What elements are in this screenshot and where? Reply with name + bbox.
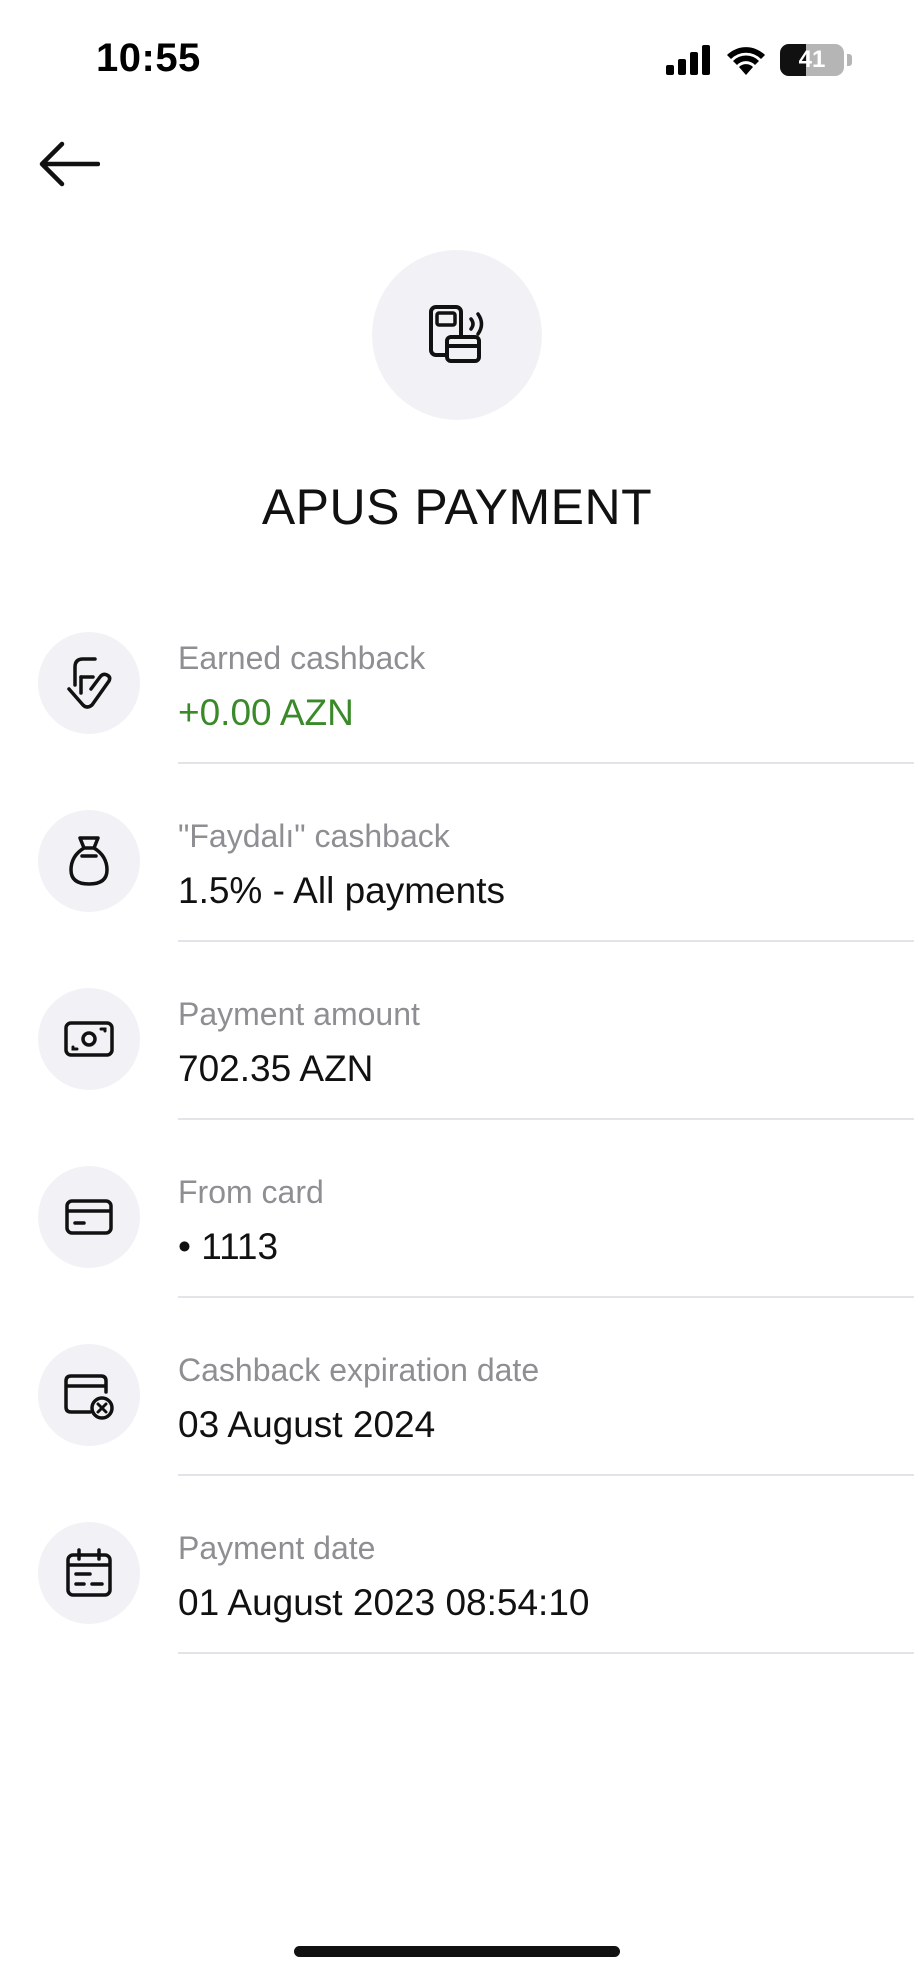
from-card-label: From card	[178, 1174, 324, 1210]
from-card-value: • 1113	[178, 1226, 279, 1267]
merchant-title: APUS PAYMENT	[261, 479, 653, 535]
pos-terminal-icon	[429, 305, 484, 363]
detail-row-from-card: From card • 1113	[0, 1154, 914, 1332]
row-icon-container	[38, 1344, 140, 1446]
row-icon-container	[38, 632, 140, 734]
divider	[178, 940, 914, 942]
status-icons: 41	[666, 44, 852, 76]
payment-date-label: Payment date	[178, 1530, 376, 1566]
divider	[178, 1296, 914, 1298]
battery-indicator: 41	[780, 44, 844, 76]
arrow-left-icon	[39, 141, 100, 187]
faydali-cashback-label: "Faydalı" cashback	[178, 818, 450, 854]
row-icon-container	[38, 810, 140, 912]
divider	[178, 762, 914, 764]
divider	[178, 1118, 914, 1120]
battery-nub	[847, 54, 852, 66]
payment-amount-value: 702.35 AZN	[178, 1048, 374, 1089]
detail-row-payment-amount: Payment amount 702.35 AZN	[0, 976, 914, 1154]
detail-row-faydali-cashback: "Faydalı" cashback 1.5% - All payments	[0, 798, 914, 976]
detail-row-cashback-expiration: Cashback expiration date 03 August 2024	[0, 1332, 914, 1510]
earned-cashback-label: Earned cashback	[178, 640, 426, 676]
calendar-x-icon	[64, 1374, 114, 1420]
battery-level: 41	[798, 46, 826, 73]
calendar-icon	[66, 1548, 112, 1597]
cashback-expiration-label: Cashback expiration date	[178, 1352, 540, 1388]
detail-list: Earned cashback +0.00 AZN "Faydalı" cash…	[0, 620, 914, 1688]
cashback-expiration-value: 03 August 2024	[178, 1404, 436, 1445]
signal-icon	[666, 45, 710, 75]
transaction-details-screen: 10:55 41 APUS PAYMENT Earned cashback +0…	[0, 0, 914, 1980]
earned-cashback-value: +0.00 AZN	[178, 692, 354, 733]
back-button[interactable]	[38, 136, 108, 192]
row-icon-container	[38, 988, 140, 1090]
payment-date-value: 01 August 2023 08:54:10	[178, 1582, 590, 1623]
cashback-icon	[67, 657, 112, 709]
banknote-icon	[64, 1021, 114, 1057]
status-bar: 10:55 41	[0, 0, 914, 120]
card-icon	[65, 1199, 113, 1235]
payment-amount-label: Payment amount	[178, 996, 420, 1032]
row-icon-container	[38, 1166, 140, 1268]
detail-row-payment-date: Payment date 01 August 2023 08:54:10	[0, 1510, 914, 1688]
wifi-icon	[727, 47, 765, 75]
home-indicator	[294, 1946, 620, 1957]
money-bag-icon	[69, 836, 109, 886]
status-time: 10:55	[96, 36, 201, 80]
divider	[178, 1652, 914, 1654]
battery-icon: 41	[780, 44, 852, 76]
detail-row-earned-cashback: Earned cashback +0.00 AZN	[0, 620, 914, 798]
row-icon-container	[38, 1522, 140, 1624]
divider	[178, 1474, 914, 1476]
faydali-cashback-value: 1.5% - All payments	[178, 870, 505, 911]
merchant-avatar	[372, 250, 542, 420]
